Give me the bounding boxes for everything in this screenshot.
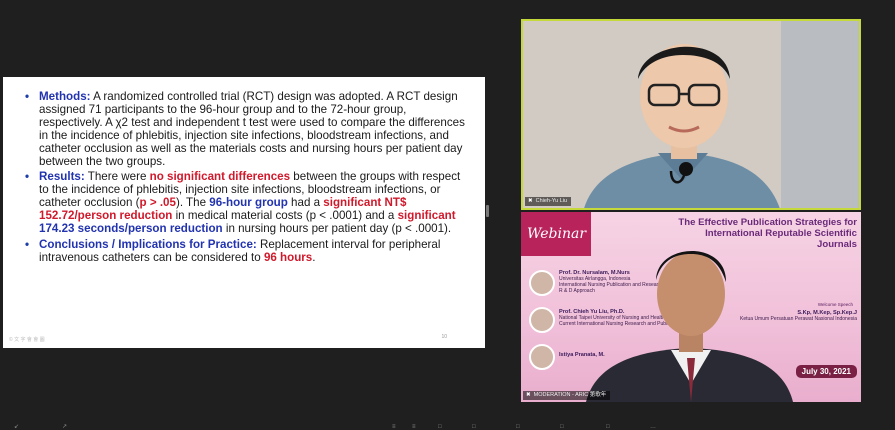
toolbar-icon-4[interactable]: ≡	[412, 424, 416, 430]
video-tile-speaker[interactable]: ✖ Chieh-Yu Liu	[521, 19, 861, 210]
moderator-name: MODERATION - ARIC 第歌年	[533, 392, 607, 398]
bullet-results-part-10: significant	[397, 209, 456, 223]
bullet-results-part-5: ). The	[175, 196, 210, 210]
toolbar-icon-2[interactable]: ↗	[62, 424, 67, 430]
bullet-results-part-13: in nursing hours per patient day (p < .0…	[222, 222, 452, 236]
toolbar-icon-5[interactable]: □	[438, 424, 442, 430]
video-tile-moderator[interactable]: Webinar The Effective Publication Strate…	[521, 212, 861, 402]
slide-bullet-list: Methods: A randomized controlled trial (…	[25, 90, 471, 265]
bullet-results-part-1: There were	[84, 170, 150, 184]
moderator-video-feed	[586, 251, 793, 402]
moderator-name-label: ✖ MODERATION - ARIC 第歌年	[523, 391, 611, 400]
slide-watermark: © 文 字 會 會 圖	[9, 337, 45, 343]
split-view-drag-handle[interactable]	[486, 205, 489, 217]
slide-page-number: 10	[441, 334, 447, 340]
shared-screen-slide: Methods: A randomized controlled trial (…	[3, 77, 485, 348]
toolbar-icon-10[interactable]: …	[650, 424, 656, 430]
bullet-results-part-9: in medical material costs (p < .0001) an…	[172, 209, 398, 223]
bullet-conclusions: Conclusions / Implications for Practice:…	[25, 237, 471, 265]
bullet-results-part-6: 96-hour group	[209, 196, 288, 210]
speaker-name: Chieh-Yu Liu	[535, 198, 568, 204]
bullet-conclusions-part-2: 96 hours	[263, 250, 313, 264]
toolbar-icon-9[interactable]: □	[606, 424, 610, 430]
bullet-results-part-2: no significant differences	[149, 170, 291, 184]
speaker-video-feed	[523, 21, 859, 208]
bullet-methods-part-1: A randomized controlled trial (RCT) desi…	[39, 90, 465, 168]
toolbar-icon-1[interactable]: ↙	[14, 424, 19, 430]
bullet-results-part-12: 174.23 seconds/person reduction	[39, 222, 223, 236]
bullet-results-part-4: p > .05	[139, 196, 176, 210]
bullet-conclusions-part-0: Conclusions / Implications for Practice:	[39, 237, 257, 251]
muted-mic-icon: ✖	[526, 392, 531, 398]
toolbar-icon-3[interactable]: ≡	[392, 424, 396, 430]
bullet-methods: Methods: A randomized controlled trial (…	[25, 90, 471, 168]
speaker-name-label: ✖ Chieh-Yu Liu	[525, 197, 572, 206]
muted-mic-icon: ✖	[528, 198, 533, 204]
bullet-results: Results: There were no significant diffe…	[25, 170, 471, 236]
toolbar-icon-7[interactable]: □	[516, 424, 520, 430]
bullet-results-part-0: Results:	[39, 170, 85, 184]
toolbar-icon-8[interactable]: □	[560, 424, 564, 430]
toolbar-icon-6[interactable]: □	[472, 424, 476, 430]
bullet-methods-part-0: Methods:	[39, 90, 91, 103]
bullet-results-part-7: had a	[287, 196, 324, 210]
meeting-toolbar	[0, 422, 895, 430]
bullet-conclusions-part-3: .	[312, 250, 316, 264]
